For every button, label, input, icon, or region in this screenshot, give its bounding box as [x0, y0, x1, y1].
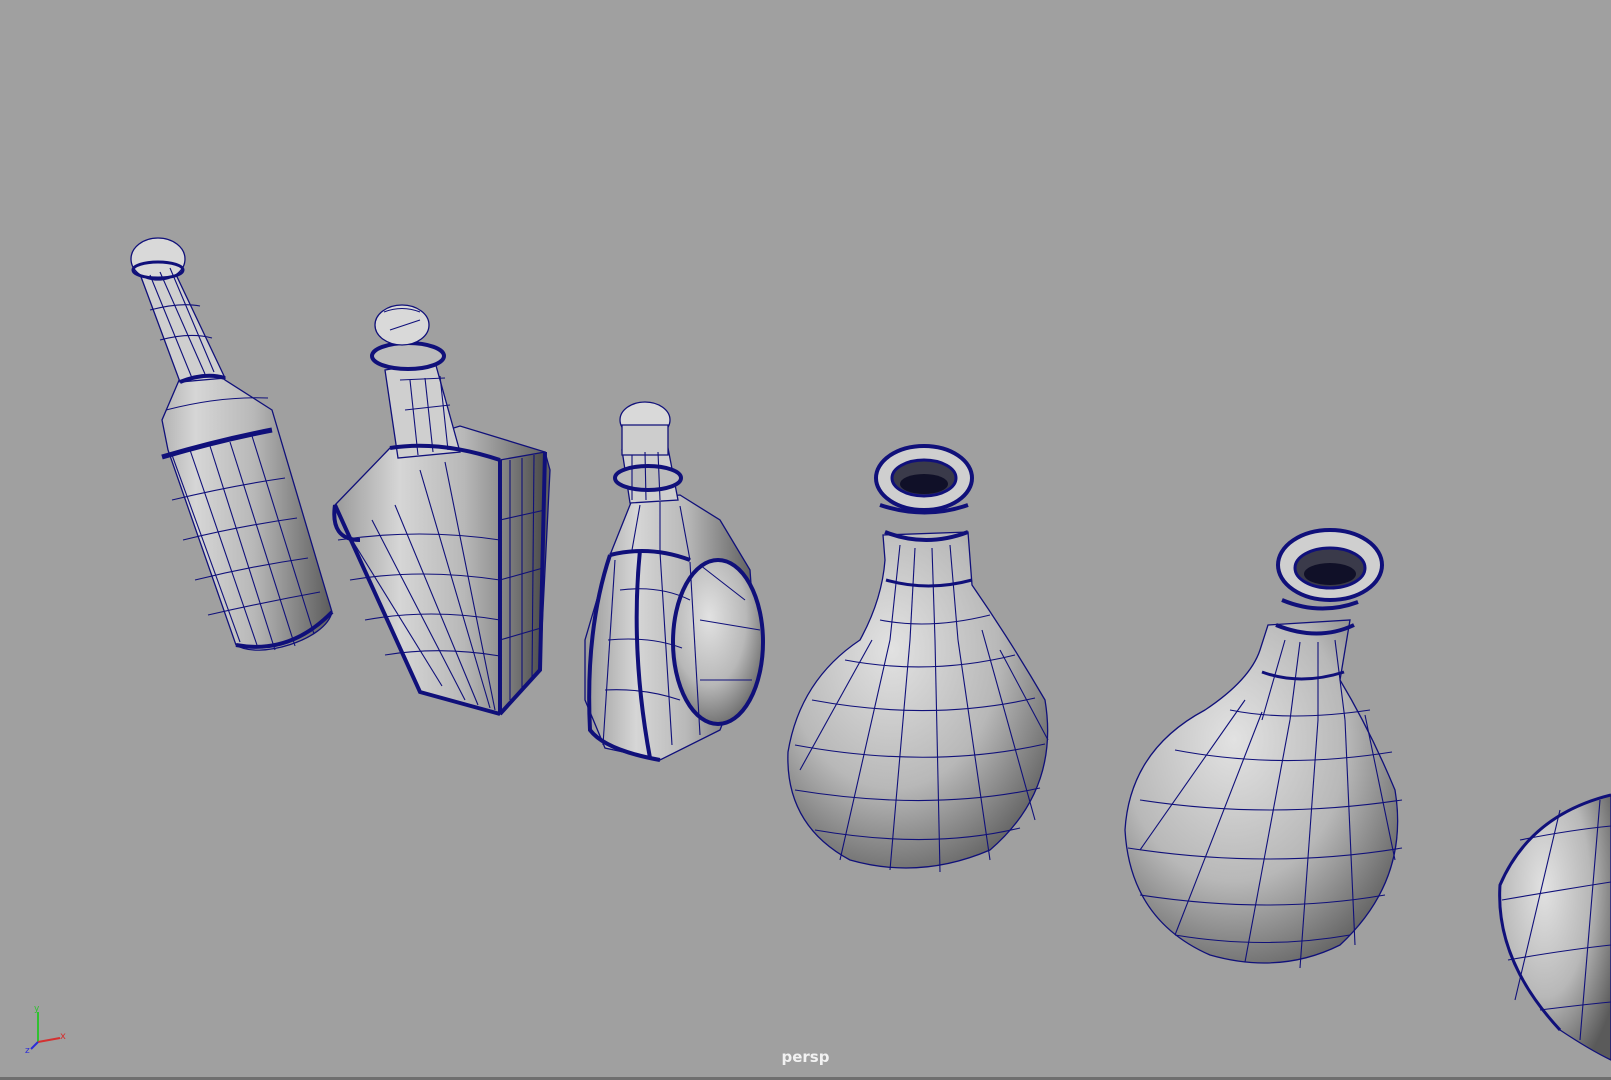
camera-name-label: persp: [781, 1048, 830, 1066]
bottle-object[interactable]: [584, 401, 765, 762]
y-axis-label: y: [34, 1004, 40, 1014]
x-axis-line: [37, 1037, 61, 1043]
bottle-object[interactable]: [332, 304, 551, 716]
x-axis-label: x: [60, 1031, 66, 1042]
bottle-object[interactable]: [130, 237, 334, 651]
bottle-object[interactable]: [787, 444, 1049, 873]
bottle-object[interactable]: [1124, 528, 1403, 969]
scene-canvas[interactable]: [0, 0, 1611, 1080]
axis-gizmo: y x z: [25, 1004, 66, 1054]
3d-viewport[interactable]: y x z persp: [0, 0, 1611, 1080]
bottle-object[interactable]: [1498, 793, 1611, 1061]
